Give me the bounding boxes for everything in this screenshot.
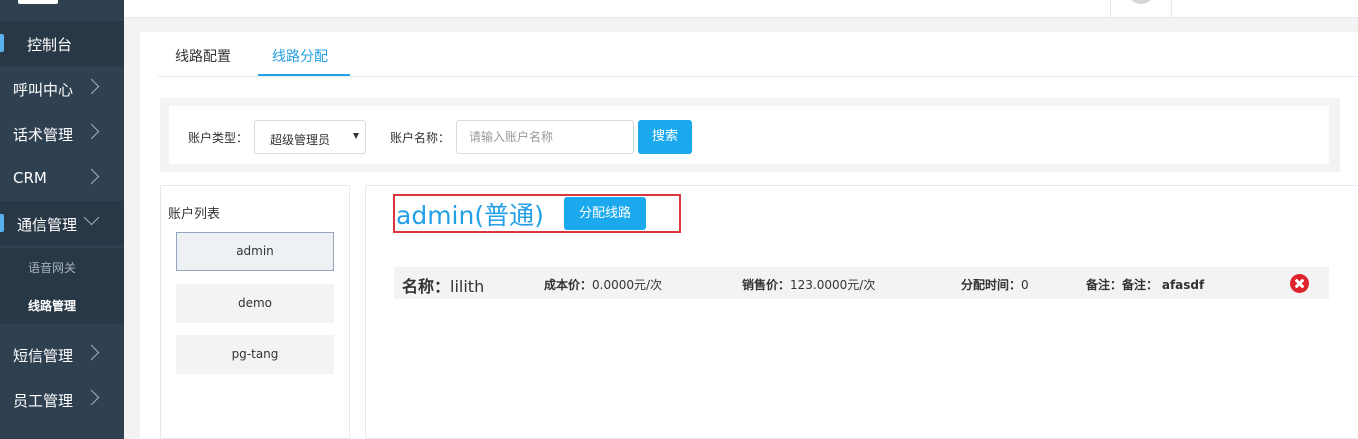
sidebar-subitem-label: 语音网关 xyxy=(28,261,77,275)
chevron-right-icon xyxy=(83,389,100,406)
sidebar-item-label: CRM xyxy=(13,169,47,187)
account-name-label: 账户名称： xyxy=(390,131,451,145)
account-type-value: 超级管理员 xyxy=(270,133,331,147)
line-name-value: lilith xyxy=(450,277,485,296)
divider xyxy=(1110,0,1111,18)
line-note-value: afasdf xyxy=(1161,278,1205,292)
line-name: 名称：lilith xyxy=(402,273,484,297)
avatar[interactable] xyxy=(1128,0,1154,4)
sidebar: 控制台 呼叫中心 话术管理 CRM 通信管理 语音网关 线路管理 短信管理 员工… xyxy=(0,0,124,439)
divider xyxy=(1171,0,1172,18)
chevron-right-icon xyxy=(83,123,100,140)
sidebar-item-crm[interactable]: CRM xyxy=(0,156,124,201)
account-type-select[interactable]: 超级管理员 xyxy=(254,120,366,154)
line-cost: 成本价：0.0000元/次 xyxy=(544,276,662,293)
sidebar-item-label: 控制台 xyxy=(27,36,73,54)
line-sale: 销售价：123.0000元/次 xyxy=(742,276,875,293)
chevron-right-icon xyxy=(83,344,100,361)
active-tab-indicator xyxy=(258,74,350,76)
sidebar-item-telecom-manage[interactable]: 通信管理 xyxy=(0,201,124,246)
sidebar-item-script-manage[interactable]: 话术管理 xyxy=(0,111,124,156)
dashboard-icon xyxy=(0,34,4,52)
account-item-pg-tang[interactable]: pg-tang xyxy=(176,335,334,374)
line-name-label: 名称： xyxy=(402,277,451,296)
line-time-label: 分配时间： xyxy=(961,278,1022,292)
account-item-admin[interactable]: admin xyxy=(176,232,334,271)
chevron-down-icon xyxy=(83,209,100,226)
sidebar-item-staff-manage[interactable]: 员工管理 xyxy=(0,377,124,422)
account-title: admin(普通) xyxy=(396,201,544,230)
sidebar-item-label: 呼叫中心 xyxy=(13,81,74,99)
tab-line-config[interactable]: 线路配置 xyxy=(175,46,231,66)
search-area: 账户类型： 超级管理员 账户名称： 搜索 xyxy=(160,98,1340,172)
line-detail-panel: admin(普通) 分配线路 名称：lilith 成本价：0.0000元/次 销… xyxy=(365,185,1358,439)
account-list-title: 账户列表 xyxy=(168,207,221,222)
search-form: 账户类型： 超级管理员 账户名称： 搜索 xyxy=(169,106,1329,164)
sidebar-item-label: 短信管理 xyxy=(13,347,74,365)
line-time: 分配时间：0 xyxy=(961,276,1029,293)
tab-bar: 线路配置 线路分配 xyxy=(158,32,1358,77)
line-note: 备注：备注： afasdf xyxy=(1086,276,1204,293)
account-list-panel: 账户列表 admin demo pg-tang xyxy=(160,185,350,439)
telecom-icon xyxy=(0,214,4,232)
line-note-label: 备注：备注： xyxy=(1086,278,1159,292)
sidebar-item-sms-manage[interactable]: 短信管理 xyxy=(0,332,124,377)
sidebar-subitem-label: 线路管理 xyxy=(28,299,77,313)
search-button[interactable]: 搜索 xyxy=(638,120,692,154)
delete-icon[interactable] xyxy=(1290,274,1309,293)
sidebar-item-label: 员工管理 xyxy=(13,392,74,410)
chevron-right-icon xyxy=(83,78,100,95)
chevron-right-icon xyxy=(83,168,100,185)
line-cost-value: 0.0000元/次 xyxy=(592,278,663,292)
account-type-label: 账户类型： xyxy=(188,131,249,145)
line-cost-label: 成本价： xyxy=(544,278,593,292)
sidebar-subitem-voice-gateway[interactable]: 语音网关 xyxy=(0,248,124,286)
main-panel: 线路配置 线路分配 账户类型： 超级管理员 账户名称： 搜索 账户列表 admi… xyxy=(140,32,1358,439)
account-name-input[interactable] xyxy=(456,120,634,154)
account-item-demo[interactable]: demo xyxy=(176,284,334,323)
caret-down-icon xyxy=(353,133,359,139)
tab-line-assign[interactable]: 线路分配 xyxy=(272,46,328,66)
sidebar-item-label: 通信管理 xyxy=(17,216,78,234)
line-sale-value: 123.0000元/次 xyxy=(790,278,876,292)
line-row: 名称：lilith 成本价：0.0000元/次 销售价：123.0000元/次 … xyxy=(394,267,1329,299)
assign-line-button[interactable]: 分配线路 xyxy=(564,197,646,230)
sidebar-item-label: 话术管理 xyxy=(13,126,74,144)
line-time-value: 0 xyxy=(1021,278,1029,292)
sidebar-subitem-line-manage[interactable]: 线路管理 xyxy=(0,286,124,324)
sidebar-item-call-center[interactable]: 呼叫中心 xyxy=(0,66,124,111)
sidebar-item-dashboard[interactable]: 控制台 xyxy=(0,21,124,66)
top-bar xyxy=(124,0,1358,18)
line-sale-label: 销售价： xyxy=(742,278,791,292)
logo xyxy=(18,0,58,4)
